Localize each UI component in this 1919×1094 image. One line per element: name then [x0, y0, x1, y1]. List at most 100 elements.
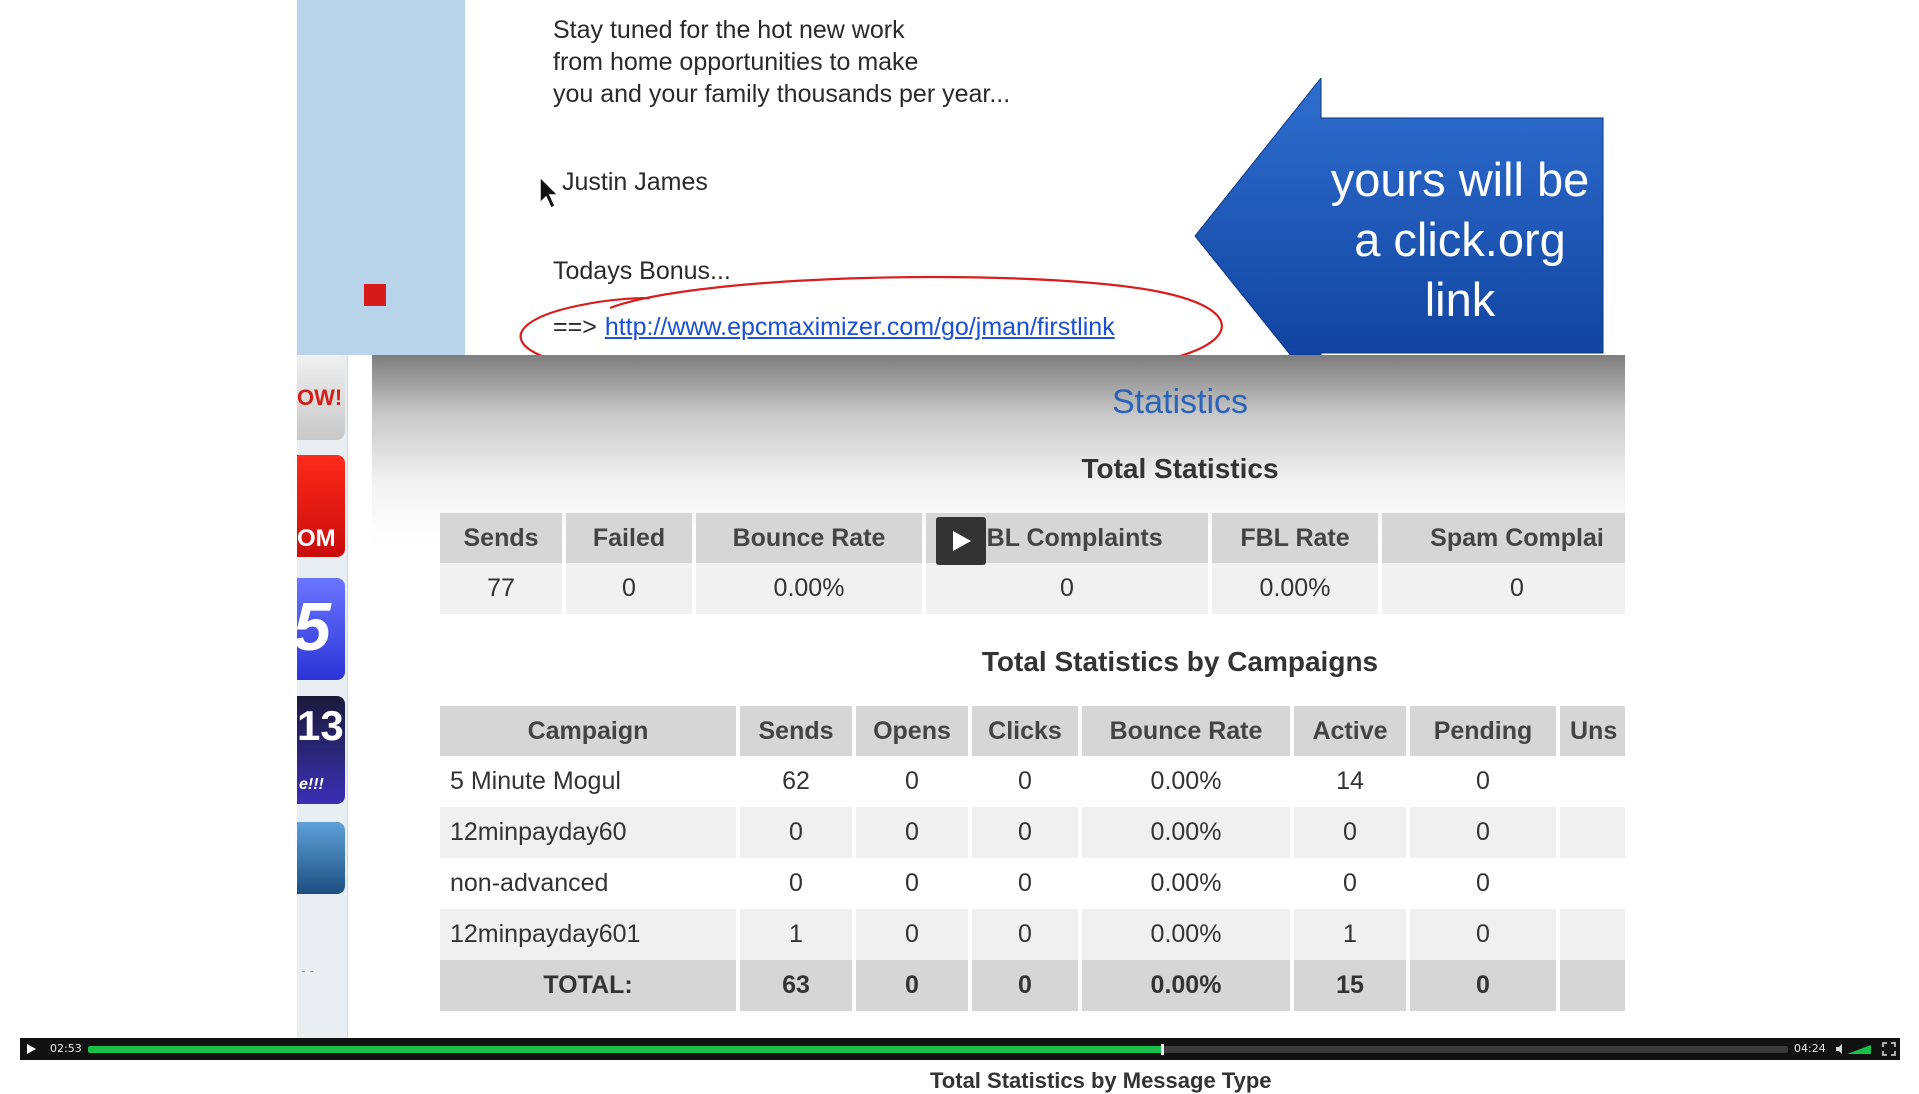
total-header-sends: Sends [440, 513, 562, 563]
now-badge-text: OW! [297, 385, 343, 410]
blue-badge-icon[interactable] [297, 822, 345, 894]
play-button[interactable] [936, 517, 986, 565]
table-row: 5 Minute Mogul 62 0 0 0.00% 14 0 [440, 756, 1690, 807]
bonus-link[interactable]: http://www.epcmaximizer.com/go/jman/firs… [605, 313, 1115, 341]
campaign-header-active: Active [1294, 706, 1406, 756]
total-pending: 0 [1410, 960, 1556, 1011]
campaign-clicks: 0 [972, 909, 1078, 960]
volume-icon[interactable] [1835, 1042, 1875, 1056]
table-row: non-advanced 0 0 0 0.00% 0 0 [440, 858, 1690, 909]
callout-text: yours will be a click.org link [1310, 150, 1610, 330]
campaign-opens: 0 [905, 869, 919, 897]
table-row: 12minpayday601 1 0 0 0.00% 1 0 [440, 909, 1690, 960]
statistics-title: Statistics [1111, 383, 1249, 421]
campaign-statistics-title: Total Statistics by Campaigns [981, 646, 1379, 677]
video-controls: 02:53 04:24 [20, 1038, 1900, 1060]
campaign-bounce-rate: 0.00% [1082, 807, 1290, 858]
campaign-active: 0 [1343, 869, 1357, 897]
campaign-bounce-rate: 0.00% [1082, 909, 1290, 960]
campaign-header-sends: Sends [740, 706, 852, 756]
campaign-active: 0 [1294, 807, 1406, 858]
total-label: TOTAL: [440, 960, 736, 1011]
elapsed-time: 02:53 [50, 1042, 82, 1055]
campaign-bounce-rate: 0.00% [1150, 869, 1222, 897]
table-row: 12minpayday60 0 0 0 0.00% 0 0 [440, 807, 1690, 858]
fullscreen-icon[interactable] [1882, 1042, 1896, 1056]
red-square-marker [364, 284, 386, 306]
email-signature: Justin James [562, 168, 708, 196]
campaign-opens: 0 [905, 767, 919, 795]
campaign-name[interactable]: 12minpayday60 [440, 807, 736, 858]
total-bounce-rate: 0.00% [1082, 960, 1290, 1011]
mouse-cursor-icon [539, 175, 561, 215]
callout-line-1: yours will be [1330, 153, 1590, 206]
campaign-header-campaign: Campaign [440, 706, 736, 756]
right-margin [1625, 355, 1919, 1045]
campaign-active: 1 [1294, 909, 1406, 960]
campaign-header-clicks: Clicks [972, 706, 1078, 756]
campaign-statistics-table: Campaign Sends Opens Clicks Bounce Rate … [436, 706, 1694, 1011]
play-icon [953, 531, 971, 551]
total-header-failed: Failed [566, 513, 692, 563]
campaign-sends: 1 [740, 909, 852, 960]
campaign-opens: 0 [856, 909, 968, 960]
campaign-clicks: 0 [1018, 869, 1032, 897]
campaign-pending: 0 [1410, 807, 1556, 858]
total-sends: 63 [740, 960, 852, 1011]
five-badge-icon[interactable]: 5 [297, 578, 345, 680]
total-header-spam-complaints: Spam Complai [1382, 513, 1652, 563]
campaign-bounce-rate: 0.00% [1150, 767, 1222, 795]
total-clicks: 0 [972, 960, 1078, 1011]
campaign-header-pending: Pending [1410, 706, 1556, 756]
campaign-name[interactable]: non-advanced [440, 858, 736, 909]
campaign-name[interactable]: 5 Minute Mogul [440, 756, 736, 807]
now-badge-icon[interactable]: OW! [297, 355, 345, 440]
total-header-bounce-rate: Bounce Rate [696, 513, 922, 563]
strip-dots: - - [301, 962, 315, 978]
om-badge-icon[interactable]: OM [297, 455, 345, 557]
total-value-fbl-complaints: 0 [926, 563, 1208, 614]
email-line-1: Stay tuned for the hot new work [553, 16, 905, 44]
email-line-3: you and your family thousands per year..… [553, 80, 1011, 108]
campaign-sends: 62 [782, 767, 810, 795]
total-value-fbl-rate: 0.00% [1212, 563, 1378, 614]
campaign-pending: 0 [1476, 869, 1490, 897]
progress-handle[interactable] [1161, 1044, 1165, 1055]
progress-bar[interactable] [88, 1044, 1788, 1055]
total-statistics-title: Total Statistics [1081, 453, 1279, 484]
total-header-fbl-rate: FBL Rate [1212, 513, 1378, 563]
campaign-header-bounce-rate: Bounce Rate [1082, 706, 1290, 756]
total-value-failed: 0 [566, 563, 692, 614]
thirteen-badge-subtext: e!!! [299, 776, 324, 793]
five-badge-text: 5 [297, 588, 331, 666]
thirteen-badge-text: 13 [297, 702, 344, 749]
play-icon[interactable] [24, 1042, 38, 1056]
total-time: 04:24 [1794, 1042, 1826, 1055]
total-opens: 0 [856, 960, 968, 1011]
bonus-arrow-text: ==> [553, 313, 597, 341]
om-badge-text: OM [297, 525, 336, 552]
total-active: 15 [1294, 960, 1406, 1011]
campaign-clicks: 0 [1018, 767, 1032, 795]
campaign-header-opens: Opens [856, 706, 968, 756]
total-value-bounce-rate: 0.00% [696, 563, 922, 614]
campaign-pending: 0 [1410, 909, 1556, 960]
campaign-clicks: 0 [972, 807, 1078, 858]
campaign-pending: 0 [1476, 767, 1490, 795]
campaign-sends: 0 [740, 807, 852, 858]
callout-line-2: a click.org [1354, 213, 1566, 266]
total-value-spam-complaints: 0 [1382, 563, 1652, 614]
callout-line-3: link [1424, 273, 1496, 326]
total-statistics-table: Sends Failed Bounce Rate FBL Complaints … [436, 513, 1656, 614]
message-type-title-partial: Total Statistics by Message Type [930, 1068, 1272, 1093]
thirteen-badge-icon[interactable]: 13 e!!! [297, 696, 345, 804]
campaign-name[interactable]: 12minpayday601 [440, 909, 736, 960]
bonus-link-row: ==> http://www.epcmaximizer.com/go/jman/f… [553, 313, 1115, 342]
campaign-active: 14 [1336, 767, 1364, 795]
campaign-sends: 0 [789, 869, 803, 897]
campaign-opens: 0 [856, 807, 968, 858]
progress-fill [88, 1046, 1163, 1053]
total-value-sends: 77 [440, 563, 562, 614]
table-total-row: TOTAL: 63 0 0 0.00% 15 0 [440, 960, 1690, 1011]
email-line-2: from home opportunities to make [553, 48, 919, 76]
